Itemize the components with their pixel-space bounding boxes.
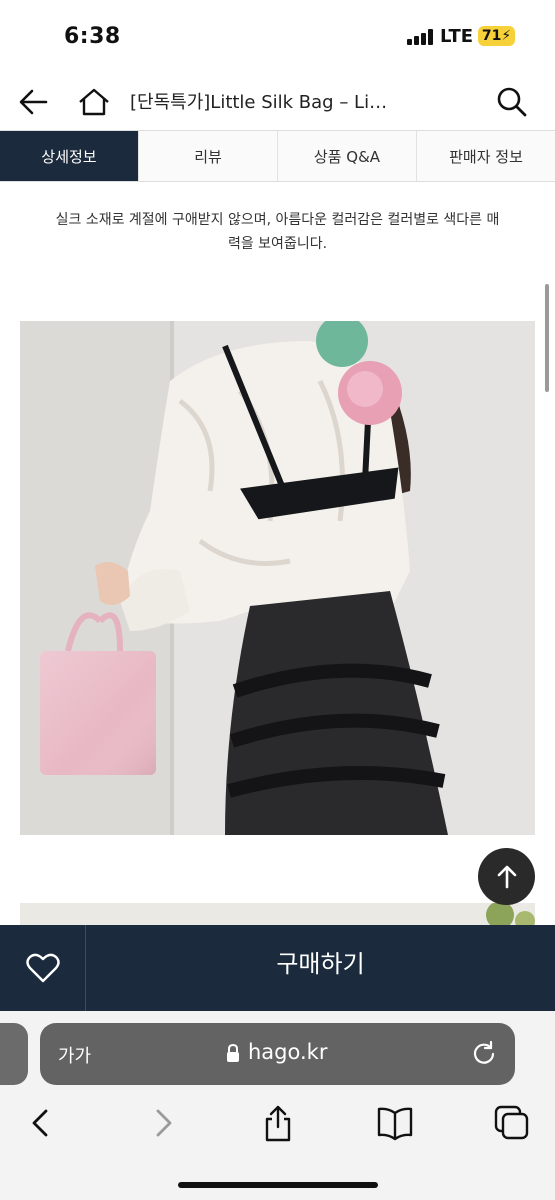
lock-icon [227,1043,239,1062]
arrow-up-icon [497,865,516,888]
home-indicator [178,1182,378,1188]
battery-level: 71 [481,28,502,44]
url-text: hago.kr [248,1040,328,1064]
browser-forward-icon[interactable] [142,1103,182,1143]
purchase-bar: 구매하기 [0,925,555,1011]
product-description: 실크 소재로 계절에 구애받지 않으며, 아름다운 컬러감은 컬러별로 색다른 … [22,208,533,256]
scroll-to-top-button[interactable] [478,848,535,905]
search-icon[interactable] [492,82,532,122]
product-photo-illustration [20,321,535,835]
battery-icon: 71⚡ [478,26,515,46]
home-icon[interactable] [74,82,114,122]
back-arrow-icon[interactable] [14,82,54,122]
page-title: [단독특가]Little Silk Bag – Li… [130,92,388,113]
reload-icon[interactable] [470,1039,498,1067]
previous-tab-preview[interactable] [0,1023,28,1085]
status-time: 6:38 [64,24,121,49]
status-bar: 6:38 LTE 71⚡ [0,0,555,70]
description-line-2: 력을 보여줍니다. [227,236,328,252]
address-bar[interactable]: 가가 hago.kr [40,1023,515,1085]
heart-icon [25,953,60,983]
network-label: LTE [440,26,474,47]
tab-product-qna[interactable]: 상품 Q&A [278,131,417,181]
tab-reviews[interactable]: 리뷰 [139,131,278,181]
tabs-icon[interactable] [492,1103,532,1143]
detail-tabs: 상세정보 리뷰 상품 Q&A 판매자 정보 [0,130,555,182]
share-icon[interactable] [258,1103,298,1143]
buy-button[interactable]: 구매하기 [86,925,555,1011]
bookmarks-icon[interactable] [375,1103,415,1143]
browser-toolbar: 가가 hago.kr [0,1011,555,1200]
browser-back-icon[interactable] [22,1103,62,1143]
tab-seller-info[interactable]: 판매자 정보 [417,131,555,181]
text-size-button[interactable]: 가가 [58,1042,91,1068]
signal-icon [407,29,433,45]
page-scrollbar[interactable] [545,284,549,392]
tab-detail-info[interactable]: 상세정보 [0,131,139,181]
description-line-1: 실크 소재로 계절에 구애받지 않으며, 아름다운 컬러감은 컬러별로 색다른 … [55,212,500,228]
product-photo [20,321,535,835]
nav-bar: [단독특가]Little Silk Bag – Li… [0,72,555,130]
wishlist-button[interactable] [0,925,86,1011]
